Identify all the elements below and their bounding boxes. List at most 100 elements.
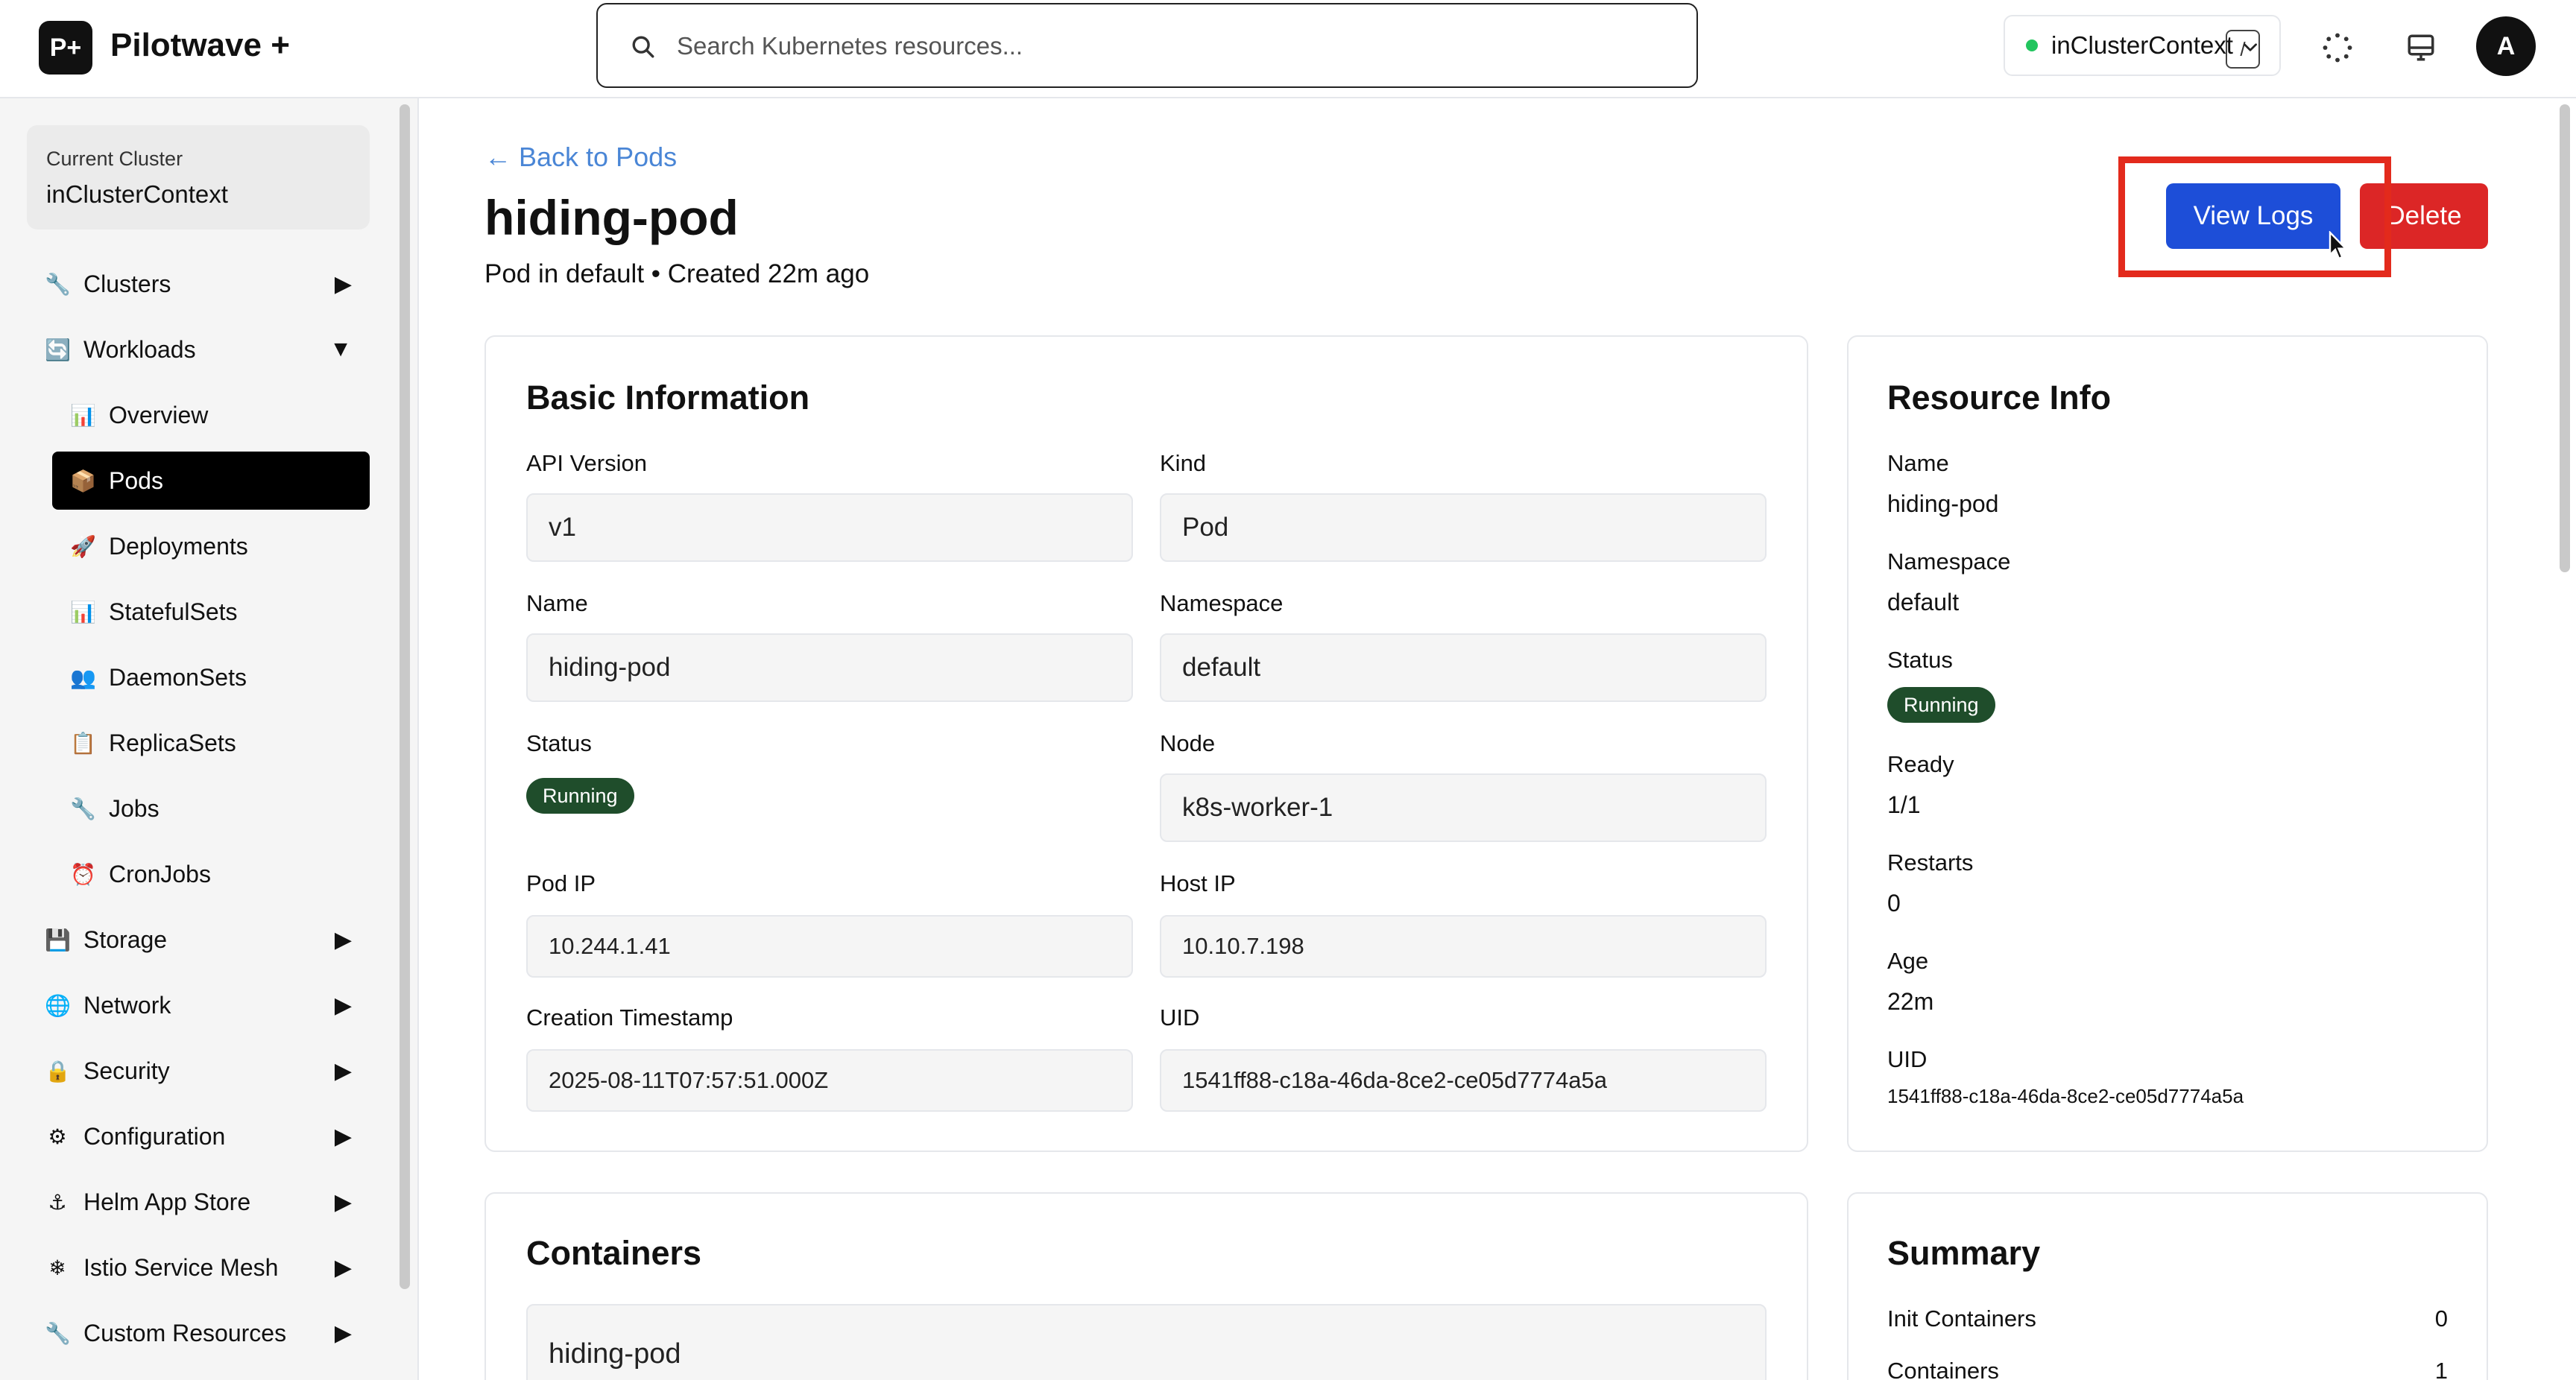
creation-timestamp-label: Creation Timestamp bbox=[526, 1004, 733, 1031]
wrench-icon: 🔧 bbox=[70, 797, 96, 820]
search-bar[interactable]: / bbox=[596, 3, 2260, 88]
sidebar-item-istio-service-mesh[interactable]: ❄ Istio Service Mesh ▶ bbox=[27, 1238, 370, 1297]
sidebar: Current Cluster inClusterContext 🔧 Clust… bbox=[0, 98, 419, 1380]
current-cluster-name: inClusterContext bbox=[46, 180, 228, 208]
user-avatar[interactable]: A bbox=[2476, 16, 2536, 76]
sidebar-item-label: Custom Resources bbox=[83, 1319, 287, 1346]
host-ip-field: 10.10.7.198 bbox=[1160, 915, 1767, 978]
api-version-field: v1 bbox=[526, 493, 1133, 562]
sidebar-item-custom-resources[interactable]: 🔧 Custom Resources ▶ bbox=[27, 1304, 370, 1362]
current-cluster-label: Current Cluster bbox=[46, 148, 183, 170]
uid-label: UID bbox=[1160, 1004, 1200, 1031]
sidebar-item-label: DaemonSets bbox=[109, 663, 247, 691]
sidebar-item-deployments[interactable]: 🚀 Deployments bbox=[52, 517, 370, 575]
top-bar: P+ Pilotwave + / inClusterContext A bbox=[0, 0, 2576, 98]
package-icon: 📦 bbox=[70, 469, 96, 493]
sidebar-item-helm-app-store[interactable]: ⚓ Helm App Store ▶ bbox=[27, 1173, 370, 1231]
namespace-label: Namespace bbox=[1160, 590, 1284, 616]
namespace-field: default bbox=[1160, 633, 1767, 702]
sidebar-item-label: ReplicaSets bbox=[109, 729, 236, 756]
sidebar-scrollbar[interactable] bbox=[400, 104, 410, 1289]
sidebar-item-label: Deployments bbox=[109, 532, 248, 560]
sidebar-item-label: Security bbox=[83, 1057, 170, 1084]
containers-title: Containers bbox=[526, 1234, 702, 1272]
summary-init-containers-label: Init Containers bbox=[1887, 1305, 2036, 1332]
pod-ip-field: 10.244.1.41 bbox=[526, 915, 1133, 978]
ri-status-label: Status bbox=[1887, 647, 1953, 673]
sidebar-item-label: Workloads bbox=[83, 335, 196, 363]
sidebar-item-pods[interactable]: 📦 Pods bbox=[52, 452, 370, 510]
wrench-icon: 🔧 bbox=[45, 272, 71, 296]
back-to-pods-link[interactable]: ← Back to Pods bbox=[484, 142, 677, 173]
name-label: Name bbox=[526, 590, 588, 616]
collapse-arrow-icon: ▼ bbox=[329, 337, 352, 361]
clipboard-icon: 📋 bbox=[70, 731, 96, 755]
main-scrollbar[interactable] bbox=[2560, 104, 2570, 572]
sidebar-item-statefulsets[interactable]: 📊 StatefulSets bbox=[52, 583, 370, 641]
bar-chart-icon: 📊 bbox=[70, 600, 96, 624]
host-ip-label: Host IP bbox=[1160, 870, 1236, 896]
expand-arrow-icon: ▶ bbox=[334, 1255, 352, 1280]
storage-icon: 💾 bbox=[45, 928, 71, 952]
snowflake-icon: ❄ bbox=[48, 1256, 66, 1279]
ri-name-label: Name bbox=[1887, 450, 1949, 476]
sidebar-item-label: Overview bbox=[109, 401, 209, 428]
sidebar-item-jobs[interactable]: 🔧 Jobs bbox=[52, 779, 370, 838]
creation-timestamp-field: 2025-08-11T07:57:51.000Z bbox=[526, 1049, 1133, 1112]
context-selector-value: inClusterContext bbox=[2051, 31, 2233, 59]
context-status-dot bbox=[2026, 39, 2038, 51]
monitor-icon[interactable] bbox=[2400, 27, 2442, 69]
ri-age-label: Age bbox=[1887, 948, 1929, 974]
resource-info-title: Resource Info bbox=[1887, 379, 2112, 417]
globe-icon: 🌐 bbox=[45, 993, 71, 1017]
app-title[interactable]: Pilotwave + bbox=[110, 27, 290, 64]
sidebar-item-label: CronJobs bbox=[109, 860, 211, 887]
pod-ip-label: Pod IP bbox=[526, 870, 596, 896]
sidebar-item-storage[interactable]: 💾 Storage ▶ bbox=[27, 911, 370, 969]
uid-field: 1541ff88-c18a-46da-8ce2-ce05d7774a5a bbox=[1160, 1049, 1767, 1112]
sidebar-item-security[interactable]: 🔒 Security ▶ bbox=[27, 1042, 370, 1100]
sidebar-item-workloads[interactable]: 🔄 Workloads ▼ bbox=[27, 320, 370, 379]
sidebar-item-cronjobs[interactable]: ⏰ CronJobs bbox=[52, 845, 370, 903]
sidebar-item-clusters[interactable]: 🔧 Clusters ▶ bbox=[27, 255, 370, 313]
sidebar-item-overview[interactable]: 📊 Overview bbox=[52, 386, 370, 444]
mouse-cursor-icon bbox=[2329, 231, 2348, 260]
expand-arrow-icon: ▶ bbox=[334, 993, 352, 1018]
refresh-icon: 🔄 bbox=[45, 338, 71, 361]
sidebar-item-label: Clusters bbox=[83, 270, 171, 297]
ri-restarts-label: Restarts bbox=[1887, 849, 1974, 876]
sidebar-item-label: StatefulSets bbox=[109, 598, 238, 625]
sidebar-item-label: Storage bbox=[83, 925, 168, 953]
container-item[interactable]: hiding-pod bbox=[526, 1304, 1767, 1380]
ri-uid-label: UID bbox=[1887, 1046, 1928, 1072]
node-label: Node bbox=[1160, 730, 1216, 756]
ri-namespace-value: default bbox=[1887, 589, 1960, 615]
sidebar-item-network[interactable]: 🌐 Network ▶ bbox=[27, 976, 370, 1034]
rocket-icon: 🚀 bbox=[70, 534, 96, 558]
search-icon bbox=[632, 36, 654, 58]
status-badge: Running bbox=[526, 778, 634, 814]
sidebar-item-replicasets[interactable]: 📋 ReplicaSets bbox=[52, 714, 370, 772]
expand-arrow-icon: ▶ bbox=[334, 1189, 352, 1215]
summary-containers-label: Containers bbox=[1887, 1358, 1999, 1380]
sidebar-item-label: Network bbox=[83, 991, 171, 1019]
sidebar-item-label: Istio Service Mesh bbox=[83, 1253, 279, 1281]
ri-age-value: 22m bbox=[1887, 988, 1934, 1015]
search-input[interactable] bbox=[677, 27, 1571, 66]
expand-arrow-icon: ▶ bbox=[334, 1320, 352, 1346]
kind-field: Pod bbox=[1160, 493, 1767, 562]
sidebar-item-configuration[interactable]: ⚙ Configuration ▶ bbox=[27, 1107, 370, 1165]
sidebar-item-daemonsets[interactable]: 👥 DaemonSets bbox=[52, 648, 370, 706]
sidebar-item-label: Pods bbox=[109, 466, 163, 494]
ri-ready-label: Ready bbox=[1887, 751, 1954, 777]
summary-title: Summary bbox=[1887, 1234, 2041, 1272]
loading-spinner-icon[interactable] bbox=[2317, 27, 2358, 69]
node-field: k8s-worker-1 bbox=[1160, 773, 1767, 842]
summary-containers-value: 1 bbox=[2434, 1358, 2448, 1380]
app-logo[interactable]: P+ bbox=[39, 21, 92, 75]
highlight-annotation-box bbox=[2118, 156, 2391, 277]
summary-row-containers: Containers 1 bbox=[1887, 1358, 2448, 1380]
context-selector[interactable]: inClusterContext bbox=[2004, 15, 2281, 76]
summary-row-init-containers: Init Containers 0 bbox=[1887, 1305, 2448, 1332]
users-icon: 👥 bbox=[70, 665, 96, 689]
